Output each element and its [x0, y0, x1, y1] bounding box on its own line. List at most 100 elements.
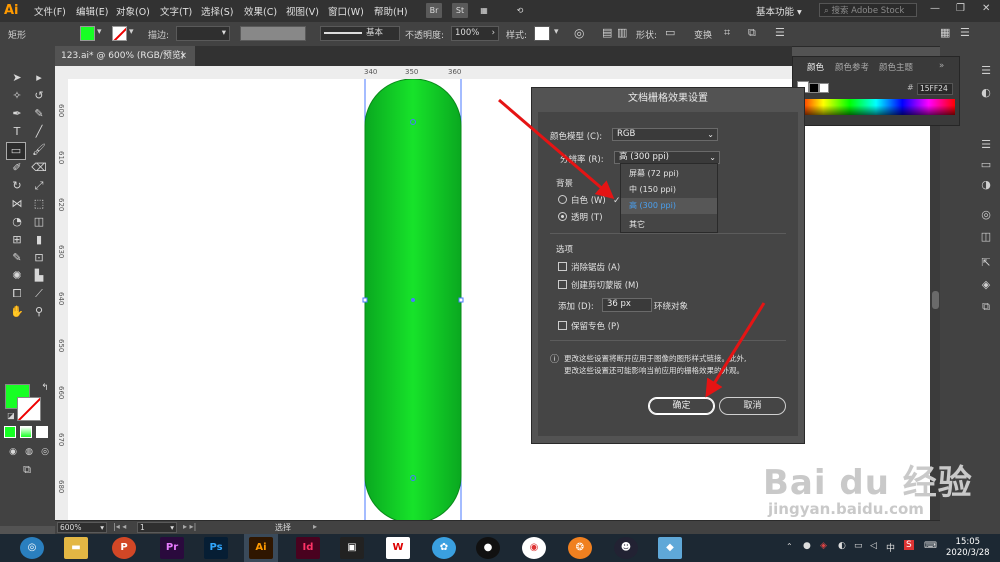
zoom-tool-icon[interactable]: ⚲: [30, 304, 48, 320]
photoshop-icon[interactable]: Ps: [204, 537, 228, 559]
lasso-tool-icon[interactable]: ↺: [30, 88, 48, 104]
column-graph-icon[interactable]: ▙: [30, 268, 48, 284]
opacity-field[interactable]: 100% ›: [451, 26, 499, 41]
tray-app-icon[interactable]: ◐: [838, 541, 846, 551]
direct-selection-tool-icon[interactable]: ▸: [30, 70, 48, 86]
stroke-color-swatch[interactable]: [112, 26, 127, 41]
paintbrush-tool-icon[interactable]: 🖌: [30, 142, 48, 158]
panel-menu-icon[interactable]: ☰: [978, 64, 994, 78]
selection-tool-icon[interactable]: ➤: [8, 70, 26, 86]
qq-tray-icon[interactable]: ●: [803, 541, 811, 551]
bridge-button[interactable]: Br: [426, 3, 442, 18]
draw-inside-icon[interactable]: ◎: [36, 444, 54, 460]
menu-select[interactable]: 选择(S): [201, 4, 233, 18]
symbol-sprayer-icon[interactable]: ✺: [8, 268, 26, 284]
status-menu-icon[interactable]: ▸: [313, 522, 317, 531]
arrange-documents-icon[interactable]: ▦: [940, 26, 950, 39]
tray-app-icon[interactable]: ◈: [820, 541, 827, 551]
type-tool-icon[interactable]: T: [8, 124, 26, 140]
screen-mode-icon[interactable]: ⧉: [18, 462, 36, 478]
align-icon[interactable]: ▤: [602, 26, 612, 39]
transform-button[interactable]: 变换: [694, 28, 712, 41]
transparency-panel-icon[interactable]: ◑: [978, 178, 994, 192]
zoom-field[interactable]: 600% ▾: [57, 522, 107, 533]
preserve-spot-checkbox[interactable]: [558, 321, 567, 330]
notes-app-icon[interactable]: ◆: [658, 537, 682, 559]
powerpoint-icon[interactable]: P: [112, 537, 136, 559]
resize-handle[interactable]: [458, 297, 464, 303]
tab-color[interactable]: 颜色: [807, 61, 824, 73]
artboard-number-field[interactable]: 1 ▾: [137, 522, 177, 533]
brush-definition-field[interactable]: 基本: [320, 26, 400, 41]
transparent-radio[interactable]: [558, 212, 567, 221]
video-editor-icon[interactable]: ▣: [340, 537, 364, 559]
sogou-icon[interactable]: S: [904, 540, 914, 550]
stroke-panel-icon[interactable]: ☰: [978, 138, 994, 152]
resize-handle[interactable]: [362, 297, 368, 303]
panel-collapse-icon[interactable]: »: [939, 61, 944, 71]
cancel-button[interactable]: 取消: [719, 397, 786, 415]
color-mode-icon[interactable]: [4, 426, 16, 438]
maximize-button[interactable]: ❐: [956, 3, 965, 14]
first-artboard-icon[interactable]: |◂ ◂: [113, 522, 126, 531]
gradient-mode-icon[interactable]: [20, 426, 32, 438]
volume-icon[interactable]: ◁: [870, 541, 877, 551]
default-colors-icon[interactable]: ◪: [2, 408, 20, 424]
perspective-grid-icon[interactable]: ◫: [30, 214, 48, 230]
chat-icon[interactable]: ✿: [432, 537, 456, 559]
close-window-button[interactable]: ✕: [982, 3, 990, 14]
shape-builder-icon[interactable]: ◔: [8, 214, 26, 230]
tray-overflow-icon[interactable]: ⌃: [786, 542, 793, 551]
menu-help[interactable]: 帮助(H): [374, 4, 408, 18]
next-artboard-icon[interactable]: ▸ ▸|: [183, 522, 196, 531]
media-player-icon[interactable]: ❂: [568, 537, 592, 559]
color-spectrum[interactable]: [797, 99, 955, 115]
none-mode-icon[interactable]: [36, 426, 48, 438]
recolor-icon[interactable]: ◎: [574, 26, 584, 40]
stock-search-input[interactable]: ⌕ 搜索 Adobe Stock: [819, 3, 917, 17]
width-tool-icon[interactable]: ⋈: [8, 196, 26, 212]
scale-tool-icon[interactable]: ⤢: [30, 178, 48, 194]
resolution-option-screen[interactable]: 屏幕 (72 ppi): [621, 166, 717, 182]
export-icon[interactable]: ⇱: [978, 256, 994, 270]
free-transform-icon[interactable]: ⬚: [30, 196, 48, 212]
illustrator-icon[interactable]: Ai: [249, 537, 273, 559]
preferences-icon[interactable]: ☰: [960, 26, 970, 39]
workspace-switcher[interactable]: 基本功能 ▾: [756, 4, 802, 18]
color-guide-icon[interactable]: ◐: [978, 86, 994, 100]
anti-alias-checkbox[interactable]: [558, 262, 567, 271]
close-tab-icon[interactable]: ×: [179, 46, 187, 66]
tab-color-guide[interactable]: 颜色参考: [835, 61, 869, 73]
minimize-button[interactable]: —: [930, 3, 940, 14]
document-tab[interactable]: 123.ai* @ 600% (RGB/预览) ×: [55, 46, 195, 66]
color-model-select[interactable]: RGB ⌄: [612, 128, 718, 141]
distribute-icon[interactable]: ▥: [617, 26, 627, 39]
pen-tool-icon[interactable]: ✒: [8, 106, 26, 122]
resolution-option-other[interactable]: 其它: [621, 217, 717, 233]
ok-button[interactable]: 确定: [648, 397, 715, 415]
graphic-styles-icon[interactable]: ◫: [978, 230, 994, 244]
panel-menu-icon[interactable]: ☰: [775, 26, 785, 39]
layers-icon[interactable]: ◈: [978, 278, 994, 292]
artboard-tool-icon[interactable]: ⧠: [8, 286, 26, 302]
add-amount-input[interactable]: 36 px: [602, 298, 652, 312]
shape-properties-icon[interactable]: ▭: [665, 26, 675, 39]
shaper-tool-icon[interactable]: ✐: [8, 160, 26, 176]
browser-icon[interactable]: ◎: [20, 537, 44, 559]
chevron-down-icon[interactable]: ▾: [554, 27, 559, 37]
indesign-icon[interactable]: Id: [296, 537, 320, 559]
menu-object[interactable]: 对象(O): [116, 4, 150, 18]
stock-button[interactable]: St: [452, 3, 468, 18]
curvature-tool-icon[interactable]: ✎: [30, 106, 48, 122]
grid-icon[interactable]: ▦: [476, 3, 492, 18]
appearance-panel-icon[interactable]: ◎: [978, 208, 994, 222]
magic-wand-icon[interactable]: ✧: [8, 88, 26, 104]
line-tool-icon[interactable]: ╱: [30, 124, 48, 140]
mesh-tool-icon[interactable]: ⊞: [8, 232, 26, 248]
swap-colors-icon[interactable]: ↰: [36, 380, 54, 396]
file-explorer-icon[interactable]: ▬: [64, 537, 88, 559]
select-similar-icon[interactable]: ⧉: [748, 26, 756, 40]
clock[interactable]: 15:05 2020/3/28: [946, 537, 990, 559]
gradient-tool-icon[interactable]: ▮: [30, 232, 48, 248]
wps-icon[interactable]: W: [386, 537, 410, 559]
